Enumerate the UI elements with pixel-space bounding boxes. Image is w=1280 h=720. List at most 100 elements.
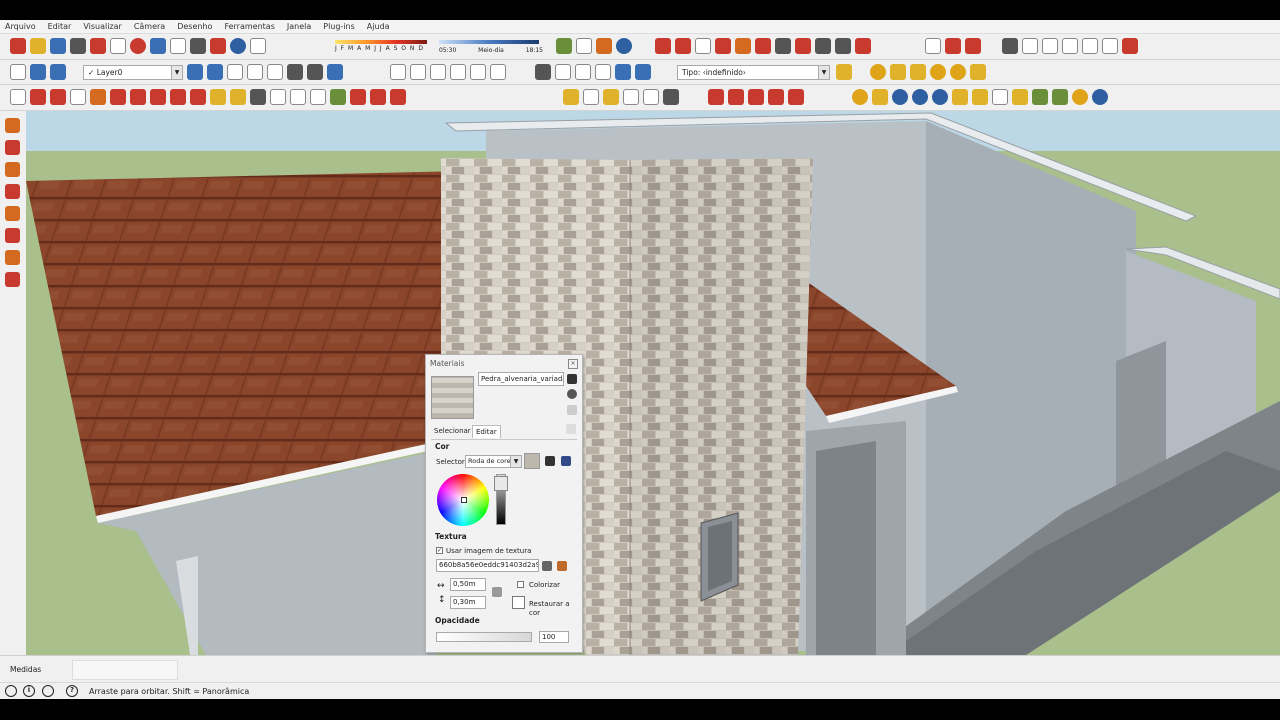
undo-icon[interactable]: [150, 38, 166, 54]
new-file-icon[interactable]: [10, 38, 26, 54]
brightness-slider-knob[interactable]: [494, 476, 508, 491]
texture-file-field[interactable]: 660b8a56e0eddc91403d2a96: [436, 559, 539, 572]
light-sphere-icon[interactable]: [930, 64, 946, 80]
dimension-icon[interactable]: [583, 89, 599, 105]
light-omni-icon[interactable]: [870, 64, 886, 80]
follow-me-tool-icon[interactable]: [768, 89, 784, 105]
eraser-icon[interactable]: [30, 89, 46, 105]
text-label-icon[interactable]: [623, 89, 639, 105]
subtract-icon[interactable]: [1082, 38, 1098, 54]
chevron-down-icon[interactable]: ▼: [171, 66, 182, 79]
render-materials-icon[interactable]: [852, 89, 868, 105]
render-frame-icon[interactable]: [952, 89, 968, 105]
drape-icon[interactable]: [815, 38, 831, 54]
styles-icon[interactable]: [370, 89, 386, 105]
shaded-texture-icon[interactable]: [307, 64, 323, 80]
texture-width-field[interactable]: 0,50m: [450, 578, 486, 591]
light-mesh-icon[interactable]: [970, 64, 986, 80]
open-folder-icon[interactable]: [30, 38, 46, 54]
tape-measure-icon[interactable]: [210, 89, 226, 105]
polygon-tool-icon[interactable]: [5, 206, 20, 221]
zoom-extents-icon[interactable]: [310, 89, 326, 105]
paste-icon[interactable]: [110, 38, 126, 54]
component-icon[interactable]: [556, 38, 572, 54]
orbit-icon[interactable]: [250, 89, 266, 105]
light-ies-icon[interactable]: [950, 64, 966, 80]
section-plane-icon[interactable]: [925, 38, 941, 54]
menu-arquivo[interactable]: Arquivo: [5, 22, 36, 31]
cut-icon[interactable]: [70, 38, 86, 54]
axes-tool-icon[interactable]: [643, 89, 659, 105]
browse-texture-icon[interactable]: [542, 561, 552, 571]
protractor-icon[interactable]: [603, 89, 619, 105]
chevron-down-icon[interactable]: ▼: [510, 456, 521, 467]
materials-icon[interactable]: [350, 89, 366, 105]
render-lights-icon[interactable]: [972, 89, 988, 105]
model-info-icon[interactable]: [210, 38, 226, 54]
opacity-value-field[interactable]: 100: [539, 631, 569, 643]
type-select[interactable]: Tipo: ‹indefinido› ▼: [677, 65, 830, 80]
scale-icon[interactable]: [190, 89, 206, 105]
share-model-icon[interactable]: [576, 38, 592, 54]
sandbox-icon[interactable]: [735, 38, 751, 54]
render-physical-sky-icon[interactable]: [1072, 89, 1088, 105]
terrain-icon[interactable]: [755, 38, 771, 54]
stamp-icon[interactable]: [795, 38, 811, 54]
back-view-icon[interactable]: [470, 64, 486, 80]
outer-shell-icon[interactable]: [1022, 38, 1038, 54]
extension-manager-icon[interactable]: [715, 38, 731, 54]
move-icon[interactable]: [150, 89, 166, 105]
default-material-icon[interactable]: [567, 405, 577, 415]
render-batch-icon[interactable]: [932, 89, 948, 105]
redo-icon[interactable]: [170, 38, 186, 54]
scene-delete-icon[interactable]: [595, 64, 611, 80]
rotate-icon[interactable]: [170, 89, 186, 105]
push-pull-icon[interactable]: [110, 89, 126, 105]
lock-aspect-icon[interactable]: [492, 587, 502, 597]
scene-update-icon[interactable]: [575, 64, 591, 80]
tab-select[interactable]: Selecionar: [431, 425, 474, 437]
component-browser-icon[interactable]: [330, 89, 346, 105]
light-point-icon[interactable]: [910, 64, 926, 80]
union-icon[interactable]: [1062, 38, 1078, 54]
back-edges-icon[interactable]: [227, 64, 243, 80]
save-icon[interactable]: [50, 38, 66, 54]
ruby-gem-icon[interactable]: [655, 38, 671, 54]
offset-icon[interactable]: [788, 89, 804, 105]
menu-visualizar[interactable]: Visualizar: [83, 22, 122, 31]
use-texture-checkbox[interactable]: ✓: [436, 547, 443, 554]
opacity-slider[interactable]: [436, 632, 532, 642]
render-sun-icon[interactable]: [1012, 89, 1028, 105]
shaded-icon[interactable]: [287, 64, 303, 80]
menu-janela[interactable]: Janela: [287, 22, 311, 31]
render-settings-icon[interactable]: [872, 89, 888, 105]
layer-select[interactable]: ✓ Layer0 ▼: [83, 65, 183, 80]
measure-icon[interactable]: [563, 89, 579, 105]
monochrome-icon[interactable]: [327, 64, 343, 80]
erase-icon[interactable]: [130, 38, 146, 54]
menu-editar[interactable]: Editar: [48, 22, 72, 31]
front-view-icon[interactable]: [430, 64, 446, 80]
layer-color-icon[interactable]: [50, 64, 66, 80]
copy-icon[interactable]: [90, 38, 106, 54]
info-icon[interactable]: i: [23, 685, 35, 697]
follow-me-icon[interactable]: [130, 89, 146, 105]
close-icon[interactable]: ×: [568, 359, 578, 369]
ruby-console-icon[interactable]: [675, 38, 691, 54]
credits-icon[interactable]: [42, 685, 54, 697]
rectangle-icon[interactable]: [90, 89, 106, 105]
pie-tool-icon[interactable]: [5, 250, 20, 265]
iso-view-icon[interactable]: [390, 64, 406, 80]
shadow-toggle-icon[interactable]: [230, 38, 246, 54]
scene-next-icon[interactable]: [635, 64, 651, 80]
select-arrow-icon[interactable]: [10, 89, 26, 105]
month-slider-track[interactable]: [335, 40, 427, 44]
extension-icon[interactable]: [695, 38, 711, 54]
pan-icon[interactable]: [270, 89, 286, 105]
colorize-checkbox[interactable]: [517, 581, 524, 588]
print-icon[interactable]: [190, 38, 206, 54]
arc-tool-icon[interactable]: [5, 228, 20, 243]
circle-tool-icon[interactable]: [5, 162, 20, 177]
restore-color-button[interactable]: [512, 596, 525, 609]
rotate-tool-icon[interactable]: [748, 89, 764, 105]
